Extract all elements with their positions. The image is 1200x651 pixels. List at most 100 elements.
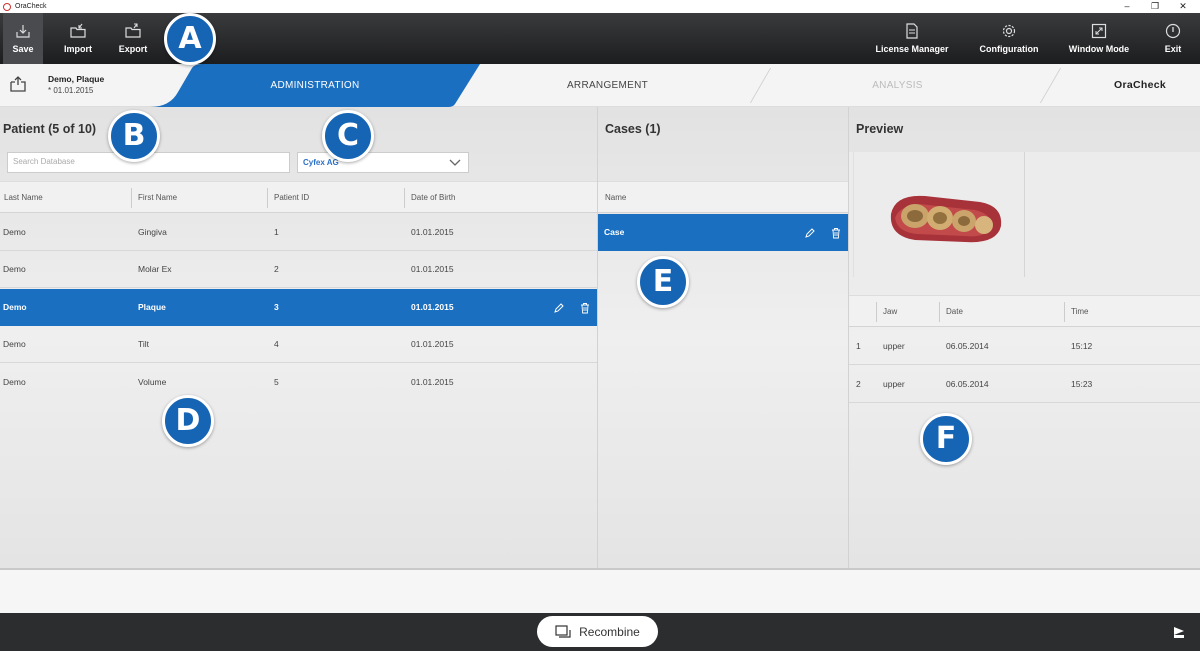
table-row[interactable]: 1 upper 06.05.2014 15:12 bbox=[849, 328, 1200, 365]
dental-scan-image bbox=[890, 195, 1002, 243]
recombine-label: Recombine bbox=[579, 624, 640, 639]
cell-index: 2 bbox=[856, 379, 861, 389]
table-row[interactable]: Demo Molar Ex 2 01.01.2015 bbox=[0, 251, 597, 288]
cases-panel: Cases (1) Name Case bbox=[597, 107, 849, 568]
restore-button[interactable]: ❐ bbox=[1142, 0, 1168, 13]
exit-button[interactable]: Exit bbox=[1155, 13, 1191, 64]
cell-last-name: Demo bbox=[3, 339, 26, 349]
save-button[interactable]: Save bbox=[3, 13, 43, 64]
cell-last-name: Demo bbox=[3, 264, 26, 274]
group-select[interactable]: Cyfex AG bbox=[297, 152, 469, 173]
cell-date-of-birth: 01.01.2015 bbox=[411, 377, 454, 387]
preview-panel: Preview Jaw Date Time 1 upper 06.05.2014… bbox=[848, 107, 1200, 568]
save-icon bbox=[15, 23, 31, 39]
minimize-button[interactable]: – bbox=[1114, 0, 1140, 13]
main-content: Patient (5 of 10) Search Database Cyfex … bbox=[0, 107, 1200, 568]
status-strip bbox=[0, 568, 1200, 613]
export-icon bbox=[125, 23, 141, 39]
viewport-divider bbox=[1024, 152, 1025, 277]
expand-icon bbox=[1091, 23, 1107, 39]
column-date-of-birth[interactable]: Date of Birth bbox=[404, 188, 455, 208]
edit-pencil-icon[interactable] bbox=[804, 226, 816, 238]
cell-patient-id: 2 bbox=[274, 264, 279, 274]
cell-date-of-birth: 01.01.2015 bbox=[411, 339, 454, 349]
close-window-button[interactable]: ✕ bbox=[1170, 0, 1196, 13]
cases-table-header: Name bbox=[598, 181, 849, 213]
case-name: Demo, Plaque bbox=[48, 74, 105, 84]
cell-date-of-birth: 01.01.2015 bbox=[411, 302, 454, 312]
cell-patient-id: 3 bbox=[274, 302, 279, 312]
window-mode-button[interactable]: Window Mode bbox=[1060, 13, 1138, 64]
table-row[interactable]: Demo Tilt 4 01.01.2015 bbox=[0, 326, 597, 363]
cell-last-name: Demo bbox=[3, 227, 26, 237]
app-icon bbox=[3, 2, 11, 11]
tab-analysis[interactable]: ANALYSIS bbox=[790, 64, 1005, 107]
recombine-button[interactable]: Recombine bbox=[537, 616, 658, 647]
window-titlebar: OraCheck – ❐ ✕ bbox=[0, 0, 1200, 13]
case-upload-icon[interactable] bbox=[9, 75, 27, 93]
scan-table-header: Jaw Date Time bbox=[849, 295, 1200, 327]
column-date[interactable]: Date bbox=[939, 302, 963, 322]
preview-panel-title: Preview bbox=[856, 122, 904, 136]
column-time[interactable]: Time bbox=[1064, 302, 1088, 322]
cell-date: 06.05.2014 bbox=[946, 341, 989, 351]
table-row[interactable]: Demo Gingiva 1 01.01.2015 bbox=[0, 214, 597, 251]
edit-pencil-icon[interactable] bbox=[553, 301, 565, 313]
cell-first-name: Tilt bbox=[138, 339, 150, 349]
import-button[interactable]: Import bbox=[58, 13, 98, 64]
window-mode-label: Window Mode bbox=[1068, 44, 1130, 54]
cell-index: 1 bbox=[856, 341, 861, 351]
column-first-name[interactable]: First Name bbox=[131, 188, 177, 208]
import-label: Import bbox=[64, 44, 92, 54]
cell-last-name: Demo bbox=[3, 377, 26, 387]
recombine-icon bbox=[555, 624, 571, 639]
export-label: Export bbox=[118, 44, 148, 54]
exit-label: Exit bbox=[1164, 44, 1182, 54]
chevron-down-icon bbox=[448, 155, 462, 169]
cell-jaw: upper bbox=[883, 379, 905, 389]
cell-last-name: Demo bbox=[3, 302, 27, 312]
cell-first-name: Gingiva bbox=[138, 227, 167, 237]
workflow-navbar: Demo, Plaque * 01.01.2015 ADMINISTRATION… bbox=[0, 64, 1200, 107]
scan-preview-viewport[interactable] bbox=[849, 152, 1200, 277]
configuration-button[interactable]: Configuration bbox=[970, 13, 1048, 64]
cell-first-name: Volume bbox=[138, 377, 167, 387]
brand-logo-icon bbox=[1172, 625, 1186, 639]
column-patient-id[interactable]: Patient ID bbox=[267, 188, 309, 208]
product-name: OraCheck bbox=[1113, 79, 1166, 91]
cell-first-name: Plaque bbox=[138, 302, 166, 312]
tab-arrangement[interactable]: ARRANGEMENT bbox=[500, 64, 715, 107]
cell-time: 15:12 bbox=[1071, 341, 1093, 351]
tab-divider bbox=[1039, 68, 1062, 103]
cell-first-name: Molar Ex bbox=[138, 264, 172, 274]
column-name[interactable]: Name bbox=[601, 182, 626, 214]
callout-d: D bbox=[162, 395, 214, 447]
cell-case-name: Case bbox=[604, 227, 625, 237]
cell-jaw: upper bbox=[883, 341, 905, 351]
tab-divider bbox=[749, 68, 772, 103]
column-jaw[interactable]: Jaw bbox=[876, 302, 897, 322]
table-row-selected[interactable]: Demo Plaque 3 01.01.2015 bbox=[0, 289, 597, 326]
cell-date-of-birth: 01.01.2015 bbox=[411, 264, 454, 274]
callout-a: A bbox=[164, 13, 216, 65]
cell-time: 15:23 bbox=[1071, 379, 1093, 389]
export-button[interactable]: Export bbox=[113, 13, 153, 64]
table-row[interactable]: Demo Volume 5 01.01.2015 bbox=[0, 364, 597, 401]
license-manager-button[interactable]: License Manager bbox=[866, 13, 958, 64]
cell-patient-id: 1 bbox=[274, 227, 279, 237]
delete-trash-icon[interactable] bbox=[579, 301, 591, 314]
table-row[interactable]: 2 upper 06.05.2014 15:23 bbox=[849, 366, 1200, 403]
delete-trash-icon[interactable] bbox=[830, 226, 842, 239]
license-manager-label: License Manager bbox=[875, 44, 949, 54]
cell-date: 06.05.2014 bbox=[946, 379, 989, 389]
column-last-name[interactable]: Last Name bbox=[0, 182, 43, 214]
configuration-label: Configuration bbox=[979, 44, 1039, 54]
import-icon bbox=[70, 23, 86, 39]
window-title: OraCheck bbox=[15, 3, 47, 10]
tab-administration[interactable]: ADMINISTRATION bbox=[210, 64, 420, 107]
patient-panel: Patient (5 of 10) Search Database Cyfex … bbox=[0, 107, 597, 568]
patient-table-header: Last Name First Name Patient ID Date of … bbox=[0, 181, 597, 213]
case-row-selected[interactable]: Case bbox=[598, 214, 849, 251]
patient-panel-title: Patient (5 of 10) bbox=[3, 122, 97, 136]
cell-patient-id: 4 bbox=[274, 339, 279, 349]
